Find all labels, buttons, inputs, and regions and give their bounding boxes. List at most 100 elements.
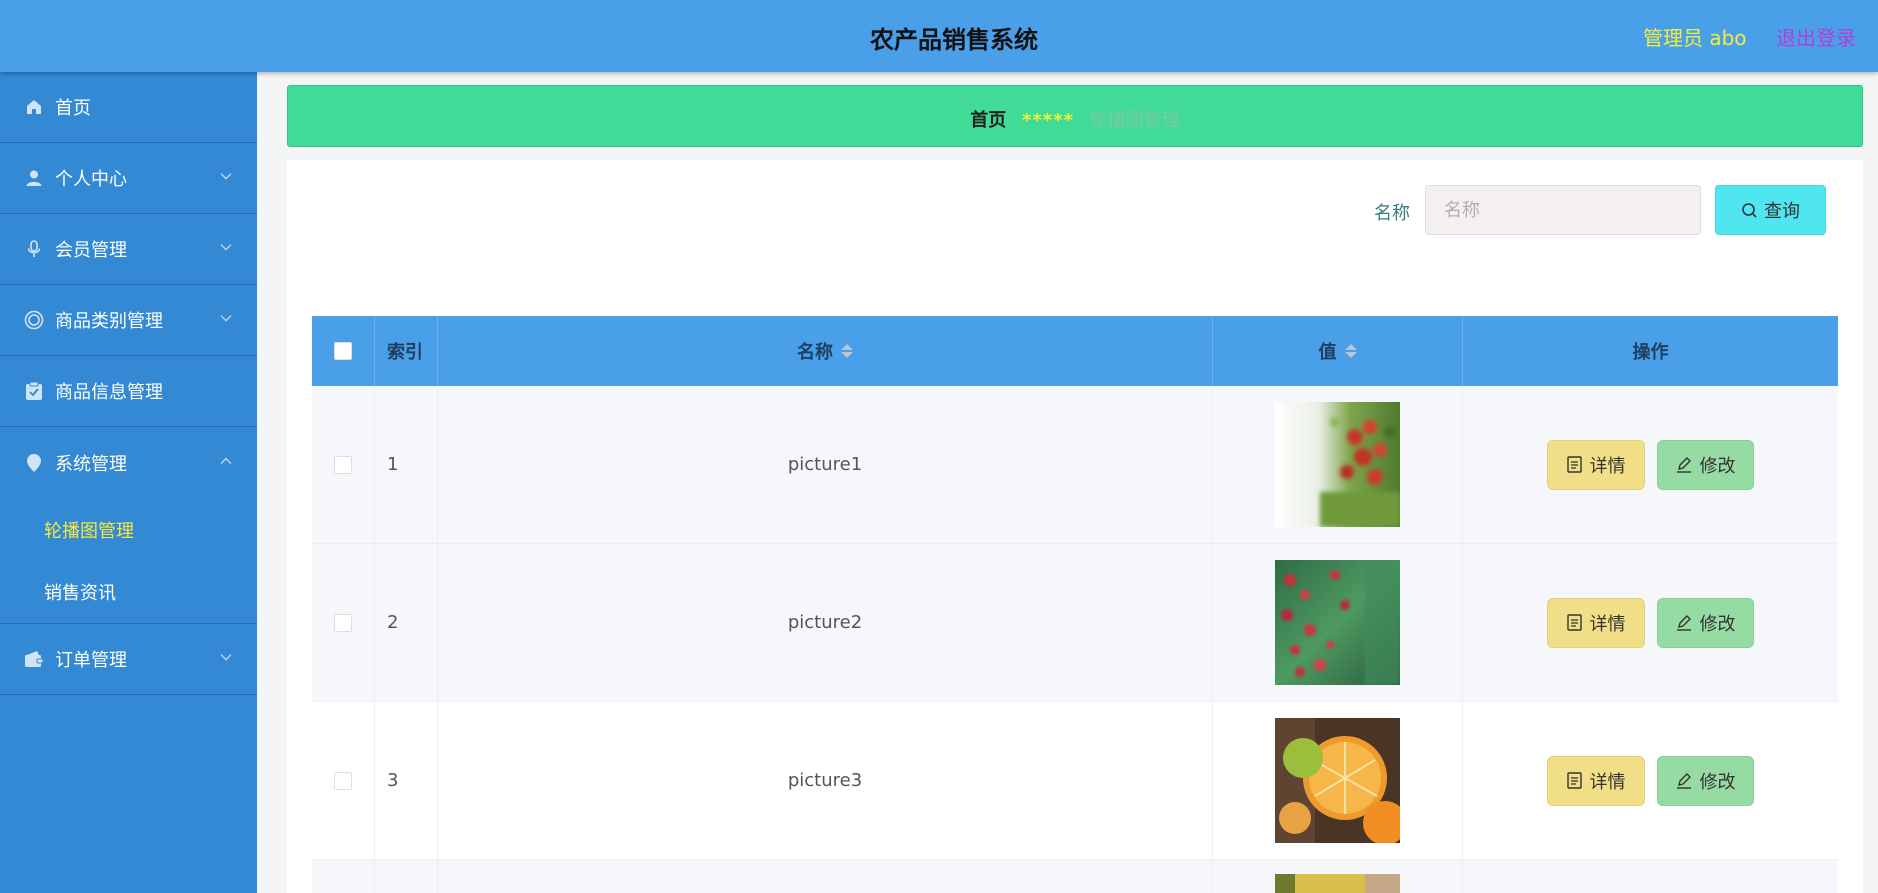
edit-button-label: 修改: [1699, 771, 1736, 793]
wallet-icon: [24, 649, 44, 669]
table-row: 1 picture1 详情 修改: [312, 386, 1838, 544]
sidebar-item-label: 首页: [55, 98, 91, 119]
edit-button[interactable]: 修改: [1657, 439, 1754, 490]
edit-button[interactable]: 修改: [1657, 597, 1754, 648]
column-header-label: 名称: [797, 342, 833, 363]
edit-button-label: 修改: [1699, 613, 1736, 635]
row-checkbox[interactable]: [334, 455, 352, 474]
detail-button-label: 详情: [1589, 455, 1626, 477]
row-select-cell: [312, 386, 375, 543]
app-title: 农产品销售系统: [870, 26, 1038, 54]
sidebar-item-order-management[interactable]: 订单管理: [0, 624, 257, 695]
document-icon: [1566, 772, 1582, 789]
table-header: 索引 名称 值 操作: [312, 316, 1838, 386]
chevron-down-icon: [220, 315, 232, 322]
column-header-label: 值: [1318, 342, 1337, 363]
chevron-down-icon: [220, 244, 232, 251]
edit-icon: [1676, 773, 1691, 789]
detail-button[interactable]: 详情: [1547, 597, 1645, 648]
top-bar: 农产品销售系统 管理员 abo 退出登录: [0, 0, 1878, 72]
index-cell: 3: [375, 702, 438, 859]
table-row: 2 picture2 详情 修改: [312, 544, 1838, 702]
sidebar-subitem-carousel-management[interactable]: 轮播图管理: [0, 498, 257, 561]
sidebar-item-label: 订单管理: [55, 650, 127, 671]
query-button-label: 查询: [1764, 201, 1800, 222]
document-icon: [1566, 614, 1582, 631]
row-checkbox[interactable]: [334, 613, 352, 632]
logout-link[interactable]: 退出登录: [1776, 22, 1856, 51]
select-all-checkbox[interactable]: [334, 342, 352, 360]
carousel-thumbnail[interactable]: [1275, 402, 1400, 527]
name-cell: picture1: [438, 386, 1213, 543]
actions-cell: 详情 修改: [1463, 544, 1838, 701]
sidebar-item-label: 系统管理: [55, 453, 127, 475]
row-select-cell: [312, 860, 375, 893]
sidebar-item-label: 个人中心: [55, 169, 127, 190]
name-cell: picture2: [438, 544, 1213, 701]
sidebar-item-label: 商品信息管理: [55, 382, 163, 403]
row-select-cell: [312, 702, 375, 859]
microphone-icon: [24, 239, 44, 259]
detail-button-label: 详情: [1589, 771, 1626, 793]
sidebar-item-label: 会员管理: [55, 240, 127, 261]
sidebar-item-home[interactable]: 首页: [0, 72, 257, 143]
row-select-cell: [312, 544, 375, 701]
sidebar-subitem-label: 销售资讯: [44, 583, 116, 604]
chevron-down-icon: [220, 173, 232, 180]
column-header-label: 索引: [387, 342, 423, 363]
name-cell: [438, 860, 1213, 893]
search-input[interactable]: [1425, 185, 1701, 235]
breadcrumb-separator: *****: [1021, 110, 1075, 131]
edit-icon: [1676, 457, 1691, 473]
breadcrumb-current: 轮播图管理: [1089, 110, 1180, 131]
carousel-thumbnail[interactable]: [1275, 560, 1400, 685]
select-all-cell: [312, 316, 375, 386]
edit-icon: [1676, 615, 1691, 631]
column-header-value[interactable]: 值: [1213, 316, 1463, 386]
row-checkbox[interactable]: [334, 771, 352, 790]
carousel-thumbnail[interactable]: [1275, 718, 1400, 843]
index-cell: 1: [375, 386, 438, 543]
column-header-actions: 操作: [1463, 316, 1838, 386]
column-header-name[interactable]: 名称: [438, 316, 1213, 386]
home-icon: [24, 97, 44, 117]
user-label: 管理员 abo: [1643, 26, 1747, 50]
actions-cell: [1463, 860, 1838, 893]
table-row: 3 picture3 详情 修改: [312, 702, 1838, 860]
sidebar-item-label: 商品类别管理: [55, 311, 163, 332]
value-cell: [1213, 544, 1463, 701]
search-label: 名称: [1374, 203, 1410, 224]
edit-button[interactable]: 修改: [1657, 755, 1754, 806]
value-cell: [1213, 860, 1463, 893]
sort-icon[interactable]: [841, 344, 853, 358]
detail-button[interactable]: 详情: [1547, 439, 1645, 490]
table-row: [312, 860, 1838, 893]
sort-icon[interactable]: [1344, 344, 1357, 358]
sidebar-item-product-management[interactable]: 商品信息管理: [0, 356, 257, 427]
actions-cell: 详情 修改: [1463, 702, 1838, 859]
index-cell: 2: [375, 544, 438, 701]
query-button[interactable]: 查询: [1715, 185, 1826, 235]
sidebar-item-personal-center[interactable]: 个人中心: [0, 143, 257, 214]
value-cell: [1213, 702, 1463, 859]
index-cell: [375, 860, 438, 893]
column-header-index: 索引: [375, 316, 438, 386]
chevron-up-icon: [220, 457, 232, 464]
target-icon: [24, 310, 44, 330]
sidebar-subitem-sales-news[interactable]: 销售资讯: [0, 561, 257, 624]
detail-button-label: 详情: [1589, 613, 1626, 635]
document-icon: [1566, 456, 1582, 473]
detail-button[interactable]: 详情: [1547, 755, 1645, 806]
chevron-down-icon: [220, 654, 232, 661]
carousel-thumbnail[interactable]: [1275, 874, 1400, 893]
breadcrumb-home[interactable]: 首页: [970, 110, 1006, 131]
search-icon: [1742, 202, 1757, 218]
edit-button-label: 修改: [1699, 455, 1736, 477]
breadcrumb: 首页 ***** 轮播图管理: [287, 85, 1863, 147]
sidebar-item-member-management[interactable]: 会员管理: [0, 214, 257, 285]
name-cell: picture3: [438, 702, 1213, 859]
sidebar-subitem-label: 轮播图管理: [44, 520, 134, 542]
sidebar-item-system-management[interactable]: 系统管理: [0, 427, 257, 498]
value-cell: [1213, 386, 1463, 543]
sidebar-item-category-management[interactable]: 商品类别管理: [0, 285, 257, 356]
